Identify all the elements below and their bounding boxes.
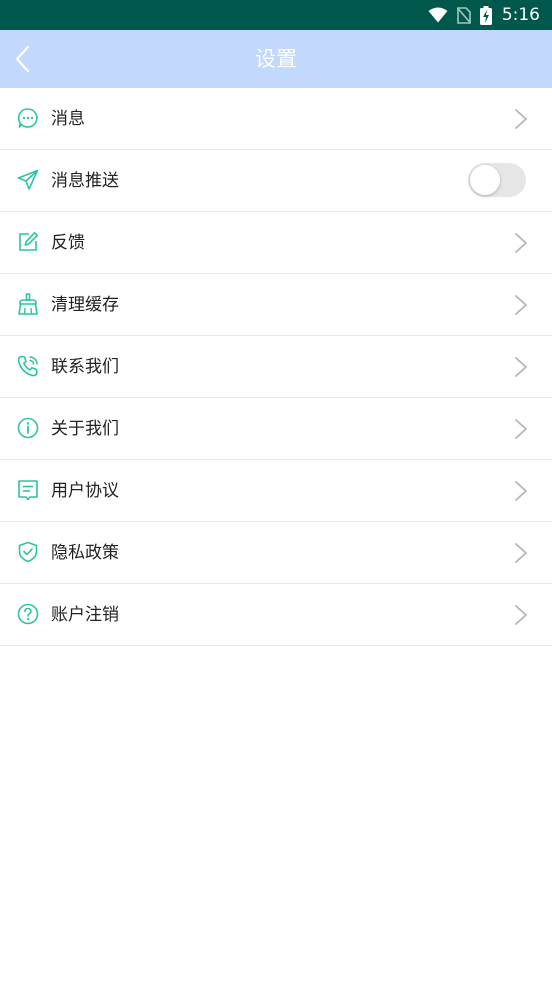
phone-icon [17, 355, 39, 377]
toggle-knob [470, 165, 500, 195]
chevron-right-icon [514, 232, 528, 254]
chevron-right-icon [514, 418, 528, 440]
edit-icon [17, 231, 39, 253]
settings-item-feedback[interactable]: 反馈 [0, 212, 552, 274]
no-sim-icon [456, 6, 471, 24]
settings-item-label: 消息 [51, 109, 85, 129]
settings-item-user-agreement[interactable]: 用户协议 [0, 460, 552, 522]
battery-charging-icon [479, 5, 492, 25]
settings-item-messages[interactable]: 消息 [0, 88, 552, 150]
settings-item-delete-account[interactable]: 账户注销 [0, 584, 552, 646]
chevron-right-icon [514, 480, 528, 502]
chevron-left-icon [14, 45, 30, 73]
settings-item-contact-us[interactable]: 联系我们 [0, 336, 552, 398]
settings-item-label: 反馈 [51, 233, 85, 253]
settings-item-push-notifications: 消息推送 [0, 150, 552, 212]
question-icon [17, 603, 39, 625]
chevron-right-icon [514, 356, 528, 378]
info-icon [17, 417, 39, 439]
settings-item-label: 隐私政策 [51, 543, 119, 563]
push-toggle[interactable] [468, 163, 526, 197]
settings-item-label: 消息推送 [51, 171, 119, 191]
chevron-right-icon [514, 294, 528, 316]
shield-check-icon [17, 541, 39, 563]
page-title: 设置 [255, 47, 297, 71]
settings-item-label: 清理缓存 [51, 295, 119, 315]
chevron-right-icon [514, 604, 528, 626]
app-bar: 设置 [0, 30, 552, 88]
settings-item-label: 用户协议 [51, 481, 119, 501]
settings-item-about-us[interactable]: 关于我们 [0, 398, 552, 460]
wifi-icon [428, 7, 448, 23]
paper-plane-icon [17, 169, 39, 191]
settings-item-label: 关于我们 [51, 419, 119, 439]
chevron-right-icon [514, 108, 528, 130]
chat-bubble-icon [17, 107, 39, 129]
settings-item-clear-cache[interactable]: 清理缓存 [0, 274, 552, 336]
settings-item-label: 账户注销 [51, 605, 119, 625]
status-bar: 5:16 [0, 0, 552, 30]
settings-item-label: 联系我们 [51, 357, 119, 377]
settings-item-privacy-policy[interactable]: 隐私政策 [0, 522, 552, 584]
document-icon [17, 479, 39, 501]
status-time: 5:16 [501, 5, 540, 25]
settings-list: 消息 消息推送 反馈 清理缓存 联系我们 关于我们 用户协议 隐私政策 账户注销 [0, 88, 552, 646]
back-button[interactable] [0, 30, 44, 88]
chevron-right-icon [514, 542, 528, 564]
broom-icon [17, 293, 39, 315]
